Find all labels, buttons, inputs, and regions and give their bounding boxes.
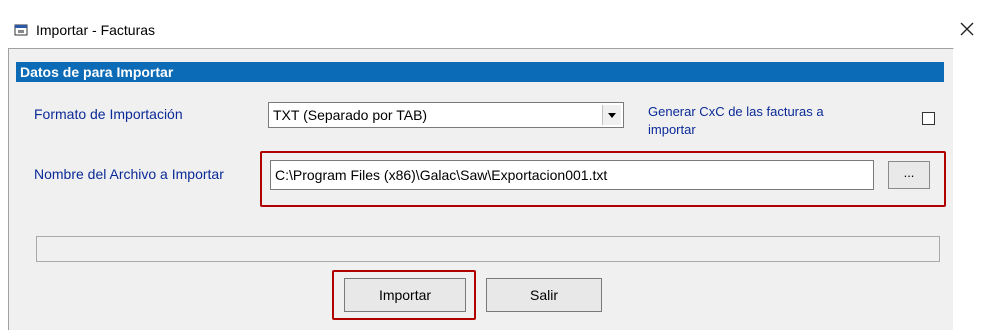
format-select[interactable]: TXT (Separado por TAB) [268, 102, 624, 128]
section-header: Datos de para Importar [16, 62, 944, 82]
file-path-input[interactable]: C:\Program Files (x86)\Galac\Saw\Exporta… [270, 160, 874, 190]
format-label: Formato de Importación [34, 106, 183, 122]
window-title: Importar - Facturas [36, 22, 156, 38]
exit-button[interactable]: Salir [486, 278, 602, 312]
generate-cxc-checkbox[interactable] [922, 112, 935, 125]
close-icon[interactable] [956, 18, 978, 40]
generate-cxc-label-line2: importar [648, 122, 696, 137]
chevron-down-icon[interactable] [602, 105, 621, 125]
import-button[interactable]: Importar [344, 278, 466, 312]
title-bar: Importar - Facturas [0, 0, 984, 46]
browse-button[interactable]: ... [888, 161, 930, 189]
generate-cxc-label-line1: Generar CxC de las facturas a [648, 104, 824, 119]
window-icon [14, 24, 28, 36]
progress-bar [36, 236, 940, 262]
file-label: Nombre del Archivo a Importar [34, 166, 224, 182]
format-select-value: TXT (Separado por TAB) [273, 107, 428, 123]
